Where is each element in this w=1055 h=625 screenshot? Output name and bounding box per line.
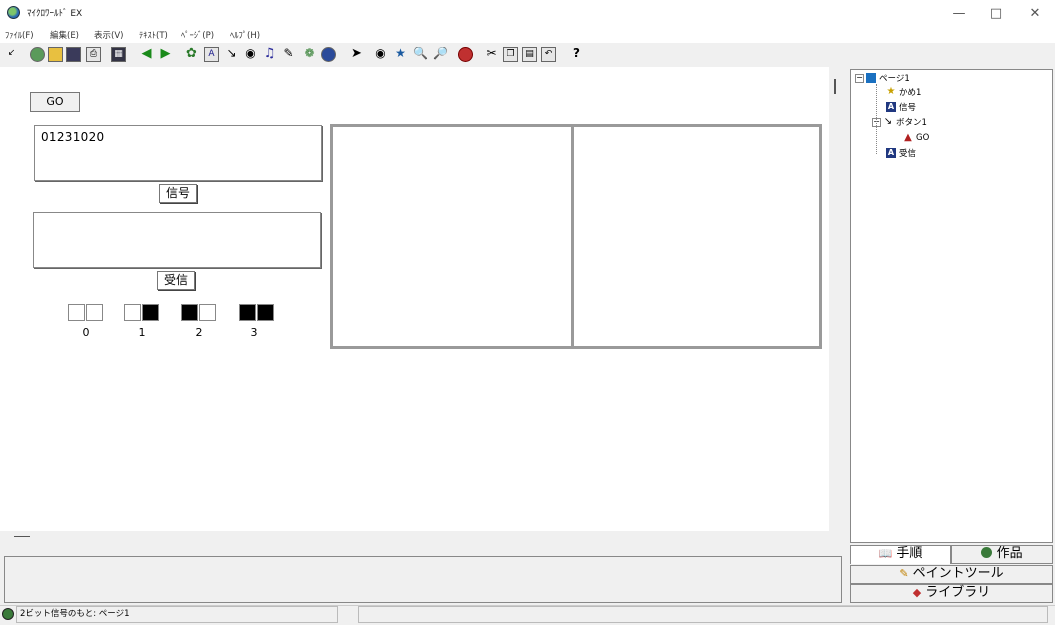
zoom-in-icon[interactable]: 🔍 — [413, 47, 428, 62]
bit-number: 0 — [82, 326, 90, 339]
tab-library-label: ライブラリ — [925, 585, 991, 600]
maximize-button[interactable]: □ — [974, 0, 1018, 26]
display-frame — [330, 124, 822, 349]
close-button[interactable]: ✕ — [1013, 0, 1055, 26]
bit-cell — [199, 304, 216, 321]
bit-number: 2 — [195, 326, 203, 339]
zoom-out-icon[interactable]: 🔎 — [433, 47, 448, 62]
globe-icon — [981, 547, 993, 558]
view-eye-icon[interactable]: ◉ — [373, 47, 388, 62]
menu-help[interactable]: ﾍﾙﾌﾟ(H) — [230, 29, 260, 41]
tab-paint-tool[interactable]: ✎ ペイントツール — [850, 565, 1053, 584]
menu-file[interactable]: ﾌｧｲﾙ(F) — [5, 29, 34, 41]
pointer-icon[interactable]: ➤ — [349, 47, 364, 62]
back-arrow-icon[interactable]: ◀ — [139, 47, 154, 62]
globe-tool-icon[interactable] — [321, 47, 336, 62]
help-question-icon[interactable]: ? — [569, 47, 584, 62]
save-disk-icon[interactable] — [66, 47, 81, 62]
signal-label: 信号 — [159, 184, 197, 203]
tree-connector — [876, 84, 878, 154]
menu-edit[interactable]: 編集(E) — [50, 29, 79, 41]
tab-procedure-label: 手順 — [896, 546, 923, 561]
app-globe-icon — [7, 6, 20, 19]
tab-paint-tool-label: ペイントツール — [912, 566, 1004, 581]
toolbar-toggle-icon[interactable]: ↙ — [4, 47, 19, 62]
tab-work-label: 作品 — [996, 546, 1023, 561]
menu-text[interactable]: ﾃｷｽﾄ(T) — [139, 29, 168, 41]
music-tool-icon[interactable]: ♫ — [262, 47, 277, 62]
tree-item-label: ボタン1 — [896, 118, 927, 128]
signal-text-field[interactable]: 01231020 — [34, 125, 322, 181]
display-divider — [571, 124, 574, 349]
draw-tool-icon[interactable]: ✎ — [281, 47, 296, 62]
paste-icon[interactable]: ▤ — [522, 47, 537, 62]
bit-cell — [239, 304, 256, 321]
cut-icon[interactable]: ✂ — [484, 47, 499, 62]
tree-item-received[interactable]: A 受信 — [886, 147, 916, 159]
tree-item-label: GO — [916, 133, 930, 143]
tree-item-label: 信号 — [899, 103, 917, 113]
tree-root-label: ページ1 — [879, 74, 910, 84]
message-area — [4, 556, 842, 603]
new-globe-icon[interactable] — [30, 47, 45, 62]
movie-tool-icon[interactable]: ❁ — [302, 47, 317, 62]
open-folder-icon[interactable] — [48, 47, 63, 62]
received-label: 受信 — [157, 271, 195, 290]
object-tree-panel — [850, 69, 1053, 543]
page-icon — [866, 73, 876, 83]
window-title: ﾏｲｸﾛﾜｰﾙﾄﾞ EX — [27, 9, 83, 19]
script-icon: ▲ — [904, 132, 912, 143]
bit-cell — [86, 304, 103, 321]
layout-icon[interactable]: ▦ — [111, 47, 126, 62]
forward-arrow-icon[interactable]: ▶ — [158, 47, 173, 62]
tree-item-go[interactable]: ▲ GO — [903, 132, 929, 144]
tree-root[interactable]: − ページ1 — [855, 72, 910, 84]
tree-item-signal[interactable]: A 信号 — [886, 101, 916, 113]
bit-cell — [124, 304, 141, 321]
eye-tool-icon[interactable]: ◉ — [243, 47, 258, 62]
go-button[interactable]: GO — [30, 92, 80, 112]
undo-icon[interactable]: ↶ — [541, 47, 556, 62]
bit-cell — [257, 304, 274, 321]
tree-item-button[interactable]: − ↘ ボタン1 — [872, 116, 927, 128]
tree-item-label: 受信 — [899, 149, 917, 159]
status-panel — [358, 606, 1048, 623]
button-tool-icon[interactable]: ↘ — [224, 47, 239, 62]
copy-icon[interactable]: ❐ — [503, 47, 518, 62]
text-tool-icon[interactable]: A — [204, 47, 219, 62]
stamp-icon[interactable]: ★ — [393, 47, 408, 62]
menu-page[interactable]: ﾍﾟｰｼﾞ(P) — [181, 29, 214, 41]
received-text-field[interactable] — [33, 212, 321, 268]
bit-number: 3 — [250, 326, 258, 339]
tab-procedure[interactable]: 📖 手順 — [850, 545, 951, 564]
turtle-tool-icon[interactable]: ✿ — [184, 47, 199, 62]
status-globe-icon — [2, 608, 14, 620]
library-icon: ◆ — [912, 586, 922, 599]
bit-cell — [181, 304, 198, 321]
bit-number: 1 — [138, 326, 146, 339]
text-icon: A — [886, 148, 896, 158]
title-bar — [0, 0, 1055, 26]
bit-cell — [142, 304, 159, 321]
tree-item-turtle[interactable]: ★ かめ1 — [886, 86, 922, 99]
collapse-icon[interactable]: − — [855, 73, 864, 83]
tree-item-label: かめ1 — [899, 88, 922, 98]
panel-splitter-handle[interactable] — [14, 536, 30, 537]
menu-view[interactable]: 表示(V) — [94, 29, 123, 41]
stop-hand-icon[interactable] — [458, 47, 473, 62]
text-icon: A — [886, 102, 896, 112]
bit-cell — [68, 304, 85, 321]
brush-icon: ✎ — [899, 567, 909, 580]
tab-library[interactable]: ◆ ライブラリ — [850, 584, 1053, 603]
print-icon[interactable]: ⎙ — [86, 47, 101, 62]
canvas-resize-handle[interactable] — [834, 79, 836, 94]
status-text: 2ビット信号のもと: ページ1 — [16, 606, 338, 623]
tab-work[interactable]: 作品 — [951, 545, 1053, 564]
book-icon: 📖 — [878, 547, 893, 560]
button-icon: ↘ — [883, 116, 893, 127]
turtle-icon: ★ — [886, 86, 896, 97]
